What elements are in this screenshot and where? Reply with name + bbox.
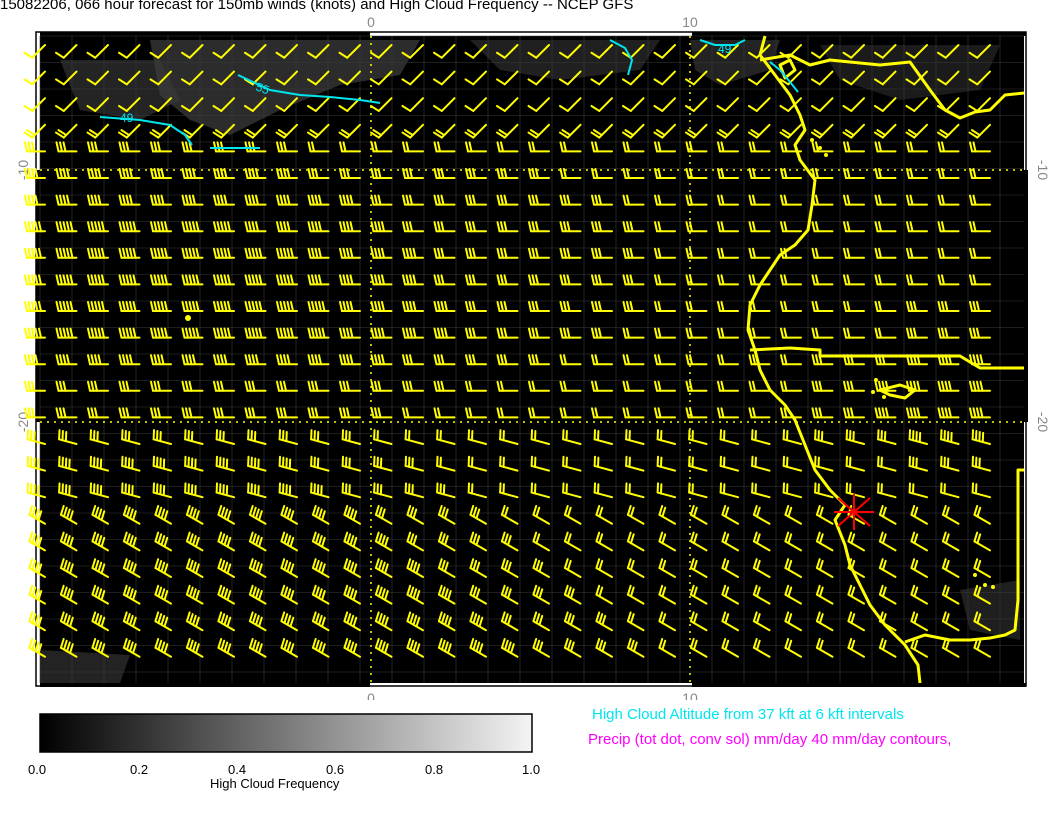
y-label-right-m20: -20 — [1035, 412, 1051, 432]
cloud-altitude-note: High Cloud Altitude from 37 kft at 6 kft… — [592, 706, 904, 723]
axis-bar-left — [36, 170, 40, 422]
axis-bar-top-2 — [692, 32, 1026, 36]
colorbar-gradient — [39, 713, 533, 753]
colorbar-tick-5: 1.0 — [522, 762, 541, 777]
colorbar-tick-0: 0.0 — [28, 762, 47, 777]
y-label-right-m10: -10 — [1035, 160, 1051, 180]
axis-bar-top — [40, 32, 370, 36]
x-label-top-10: 10 — [682, 14, 698, 30]
forecast-map: 0 10 0 10 -10 -20 -10 -20 55 49 49 — [15, 14, 1051, 700]
x-label-bottom-10: 10 — [682, 690, 698, 700]
colorbar-tick-3: 0.6 — [326, 762, 345, 777]
axis-bar-right — [1024, 170, 1028, 422]
colorbar-tick-1: 0.2 — [130, 762, 149, 777]
contour-label-49-right: 49 — [718, 42, 732, 56]
colorbar-tick-2: 0.4 — [228, 762, 247, 777]
y-label-left-m20: -20 — [15, 412, 31, 432]
contour-label-49-left: 49 — [120, 111, 134, 125]
colorbar-label: High Cloud Frequency — [210, 776, 340, 791]
x-label-top-0: 0 — [367, 14, 375, 30]
x-label-bottom-0: 0 — [367, 690, 375, 700]
precip-note: Precip (tot dot, conv sol) mm/day 40 mm/… — [588, 731, 952, 748]
colorbar — [39, 713, 533, 753]
colorbar-tick-4: 0.8 — [425, 762, 444, 777]
axis-bar-bottom — [40, 683, 370, 687]
axis-bar-bottom-2 — [692, 683, 1026, 687]
station-marker — [834, 494, 874, 530]
